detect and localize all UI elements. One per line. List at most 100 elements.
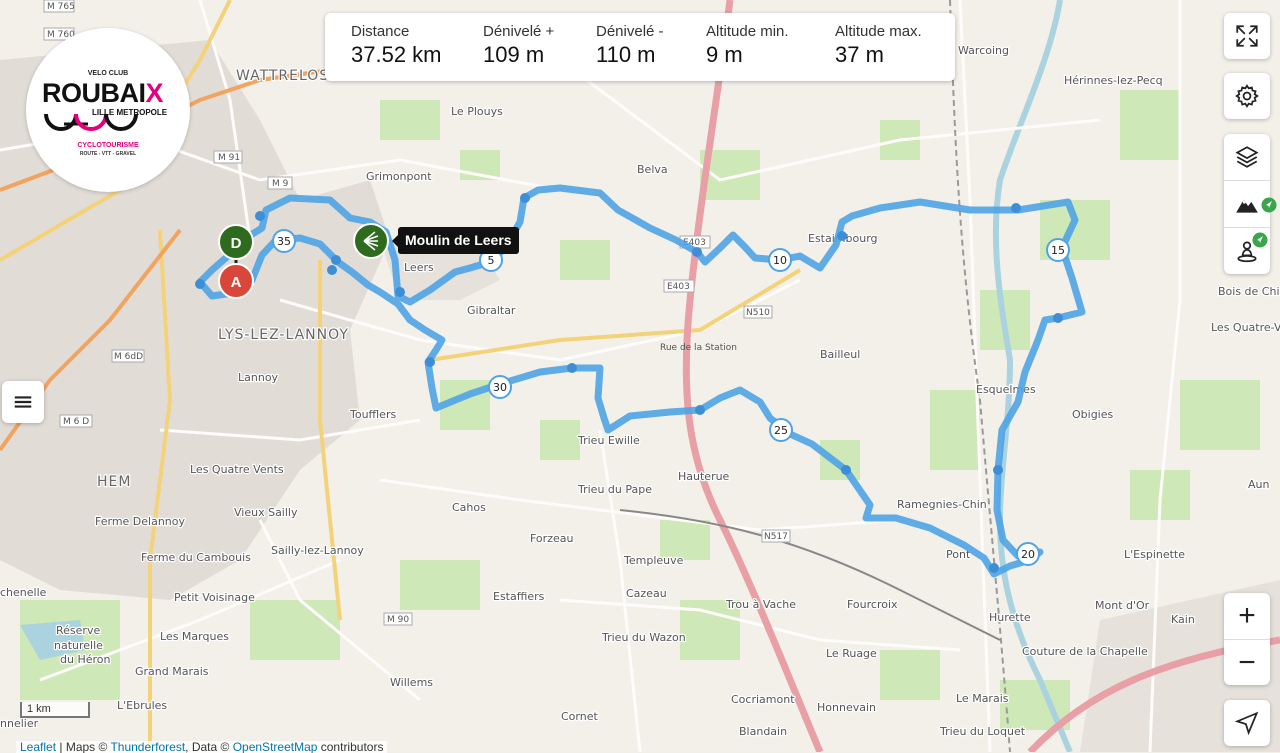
label-petit-voisinage: Petit Voisinage [174,591,255,604]
svg-text:15: 15 [1051,244,1065,257]
label-hurette: Hurette [989,611,1031,624]
label-grimonpont: Grimonpont [366,170,432,183]
label-ferme-delannoy: Ferme Delannoy [95,515,186,528]
label-lys: LYS-LEZ-LANNOY [218,327,349,343]
label-lannoy: Lannoy [238,371,279,384]
stat-altitude-max: Altitude max. 37 m [835,23,922,67]
label-toufflers: Toufflers [349,408,396,421]
leaflet-link[interactable]: Leaflet [20,741,56,753]
label-trieu-wazon: Trieu du Wazon [601,631,686,644]
layers-icon [1235,146,1259,168]
label-ferme-cambouis: Ferme du Cambouis [141,551,251,564]
navigation-arrow-icon [1234,711,1259,736]
stat-distance: Distance 37.52 km [351,23,442,67]
label-le-plouys: Le Plouys [451,105,503,118]
label-aun: Aun [1248,478,1269,491]
label-gibraltar: Gibraltar [467,304,516,317]
hamburger-icon [14,396,32,408]
km-marker-35: 35 [272,229,296,253]
plus-icon: + [1238,599,1256,632]
zoom-out-button[interactable]: − [1224,640,1270,686]
label-warcoing: Warcoing [958,44,1009,57]
layers-button[interactable] [1224,134,1270,181]
label-honnevain: Honnevain [817,701,876,714]
label-ramegnies: Ramegnies-Chin [897,498,987,511]
svg-text:35: 35 [277,235,291,248]
svg-text:30: 30 [493,381,507,394]
stat-altitude-min: Altitude min. 9 m [706,23,789,67]
km-marker-30: 30 [488,375,512,399]
logo-wheels-icon [44,113,138,131]
label-vieux-sailly: Vieux Sailly [234,506,298,519]
svg-text:M 6dD: M 6dD [114,352,143,362]
label-trieu-ewille: Trieu Ewille [577,434,640,447]
label-trieu-loquet: Trieu du Loquet [939,725,1026,738]
label-forzeau: Forzeau [530,532,573,545]
label-obigies: Obigies [1072,408,1114,421]
label-heron: du Héron [60,653,111,666]
label-nnelier: nnelier [0,717,39,730]
label-grand-marais: Grand Marais [135,665,209,678]
label-kain: Kain [1171,613,1195,626]
svg-text:M 91: M 91 [218,153,240,163]
km-marker-25: 25 [769,418,793,442]
label-willems: Willems [390,676,433,689]
km-marker-10: 10 [768,248,792,272]
svg-text:M 765: M 765 [47,2,75,12]
stat-elevation-loss: Dénivelé -110 m [596,23,664,67]
label-estaffiers: Estaffiers [493,590,545,603]
svg-text:D: D [231,235,242,252]
label-blandain: Blandain [739,725,787,738]
label-cocriamont: Cocriamont [731,693,795,706]
label-bois-de: Bois de Chin [1218,285,1280,298]
label-trieu-pape: Trieu du Pape [577,483,652,496]
label-trou-vache: Trou à Vache [725,598,796,611]
label-reserve: Réserve [56,624,100,637]
map-attribution: Leaflet | Maps © Thunderforest, Data © O… [16,741,388,753]
club-logo: VELO CLUB ROUBAIX LILLE METROPOLE CYCLOT… [26,28,190,192]
km-marker-20: 20 [1016,542,1040,566]
label-lespinette: L'Espinette [1124,548,1185,561]
km-marker-15: 15 [1046,238,1070,262]
label-le-ruage: Le Ruage [826,647,877,660]
logo-name: ROUBAIX [42,78,164,108]
svg-text:M 90: M 90 [387,615,409,625]
label-cahos: Cahos [452,501,486,514]
svg-text:5: 5 [488,254,495,267]
settings-button[interactable] [1224,73,1270,119]
locate-button[interactable] [1224,700,1270,746]
zoom-in-button[interactable]: + [1224,593,1270,640]
osm-link[interactable]: OpenStreetMap [233,741,318,753]
thunderforest-link[interactable]: Thunderforest [110,741,185,753]
label-les-marques: Les Marques [160,630,229,643]
fullscreen-button[interactable] [1224,13,1270,59]
poi-button[interactable] [1224,228,1270,274]
label-quatre-vents: Les Quatre Vents [190,463,284,476]
logo-disciplines: ROUTE - VTT - GRAVEL [79,151,137,157]
label-naturelle: naturelle [54,639,103,652]
svg-text:M 9: M 9 [272,179,289,189]
poi-windmill-marker[interactable] [353,223,389,259]
menu-button[interactable] [2,381,44,423]
label-chenelle: chenelle [0,586,47,599]
svg-text:N510: N510 [746,308,770,318]
label-bailleul: Bailleul [820,348,860,361]
svg-text:N517: N517 [764,532,788,542]
map-canvas[interactable]: WATTRELOS LYS-LEZ-LANNOY HEM Le Plouys G… [0,0,1280,752]
route-stats-panel: Distance 37.52 km Dénivelé +109 m Dénivel… [325,13,955,81]
svg-text:A: A [231,274,242,291]
label-hauterue: Hauterue [678,470,730,483]
svg-text:E403: E403 [667,282,690,292]
label-belva: Belva [637,163,668,176]
label-herinnes: Hérinnes-lez-Pecq [1064,74,1163,87]
badge-icon [1252,232,1268,248]
logo-club-text: VELO CLUB [87,70,129,77]
poi-tooltip: Moulin de Leers [392,227,519,254]
badge-icon [1261,197,1277,213]
label-cazeau: Cazeau [626,587,667,600]
label-leers: Leers [404,261,434,274]
svg-text:25: 25 [774,424,788,437]
end-marker[interactable]: A [218,263,254,299]
label-le-marais: Le Marais [956,692,1009,705]
minus-icon: − [1238,646,1256,679]
